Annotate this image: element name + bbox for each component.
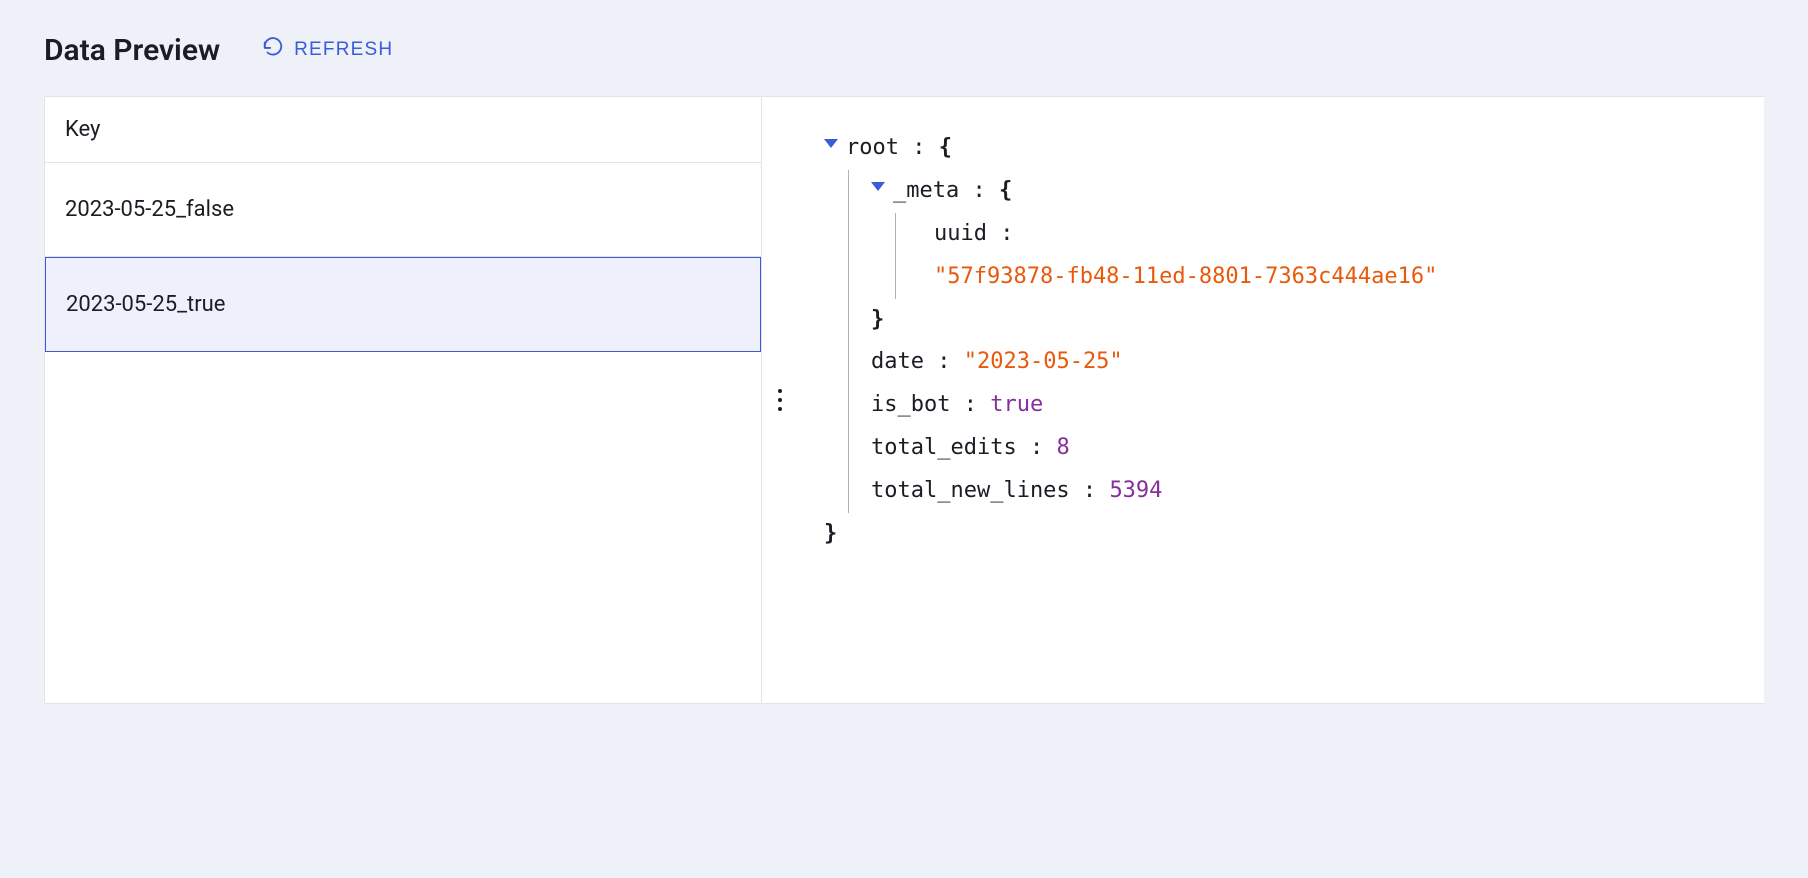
tree-totaledits-key: total_edits — [871, 435, 1017, 460]
tree-date-key: date — [871, 349, 924, 374]
table-row[interactable]: 2023-05-25_true — [45, 257, 761, 352]
refresh-button[interactable]: REFRESH — [250, 30, 405, 70]
caret-down-icon[interactable] — [871, 182, 885, 191]
refresh-label: REFRESH — [294, 39, 393, 61]
tree-meta-close: } — [871, 307, 884, 332]
page-title: Data Preview — [44, 33, 220, 68]
tree-date-value: "2023-05-25" — [964, 349, 1123, 374]
keys-table: Key 2023-05-25_false 2023-05-25_true — [44, 96, 762, 704]
tree-totalnewlines-key: total_new_lines — [871, 478, 1070, 503]
drag-dots-icon — [778, 389, 782, 411]
tree-root-label: root — [846, 135, 899, 160]
tree-uuid-value: "57f93878-fb48-11ed-8801-7363c444ae16" — [934, 264, 1437, 289]
tree-isbot-key: is_bot — [871, 392, 950, 417]
split-handle[interactable] — [762, 96, 798, 704]
tree-isbot-value: true — [990, 392, 1043, 417]
table-header-key: Key — [45, 97, 761, 163]
tree-totalnewlines-value: 5394 — [1109, 478, 1162, 503]
tree-root-close: } — [824, 521, 837, 546]
tree-meta-label: _meta — [893, 178, 959, 203]
json-tree-viewer: root : { _meta : { uuid : — [798, 96, 1764, 704]
table-row[interactable]: 2023-05-25_false — [45, 163, 761, 257]
tree-totaledits-value: 8 — [1056, 435, 1069, 460]
header: Data Preview REFRESH — [44, 30, 1764, 70]
refresh-icon — [262, 36, 284, 64]
tree-uuid-key: uuid — [934, 221, 987, 246]
caret-down-icon[interactable] — [824, 139, 838, 148]
content-area: Key 2023-05-25_false 2023-05-25_true roo… — [44, 96, 1764, 704]
